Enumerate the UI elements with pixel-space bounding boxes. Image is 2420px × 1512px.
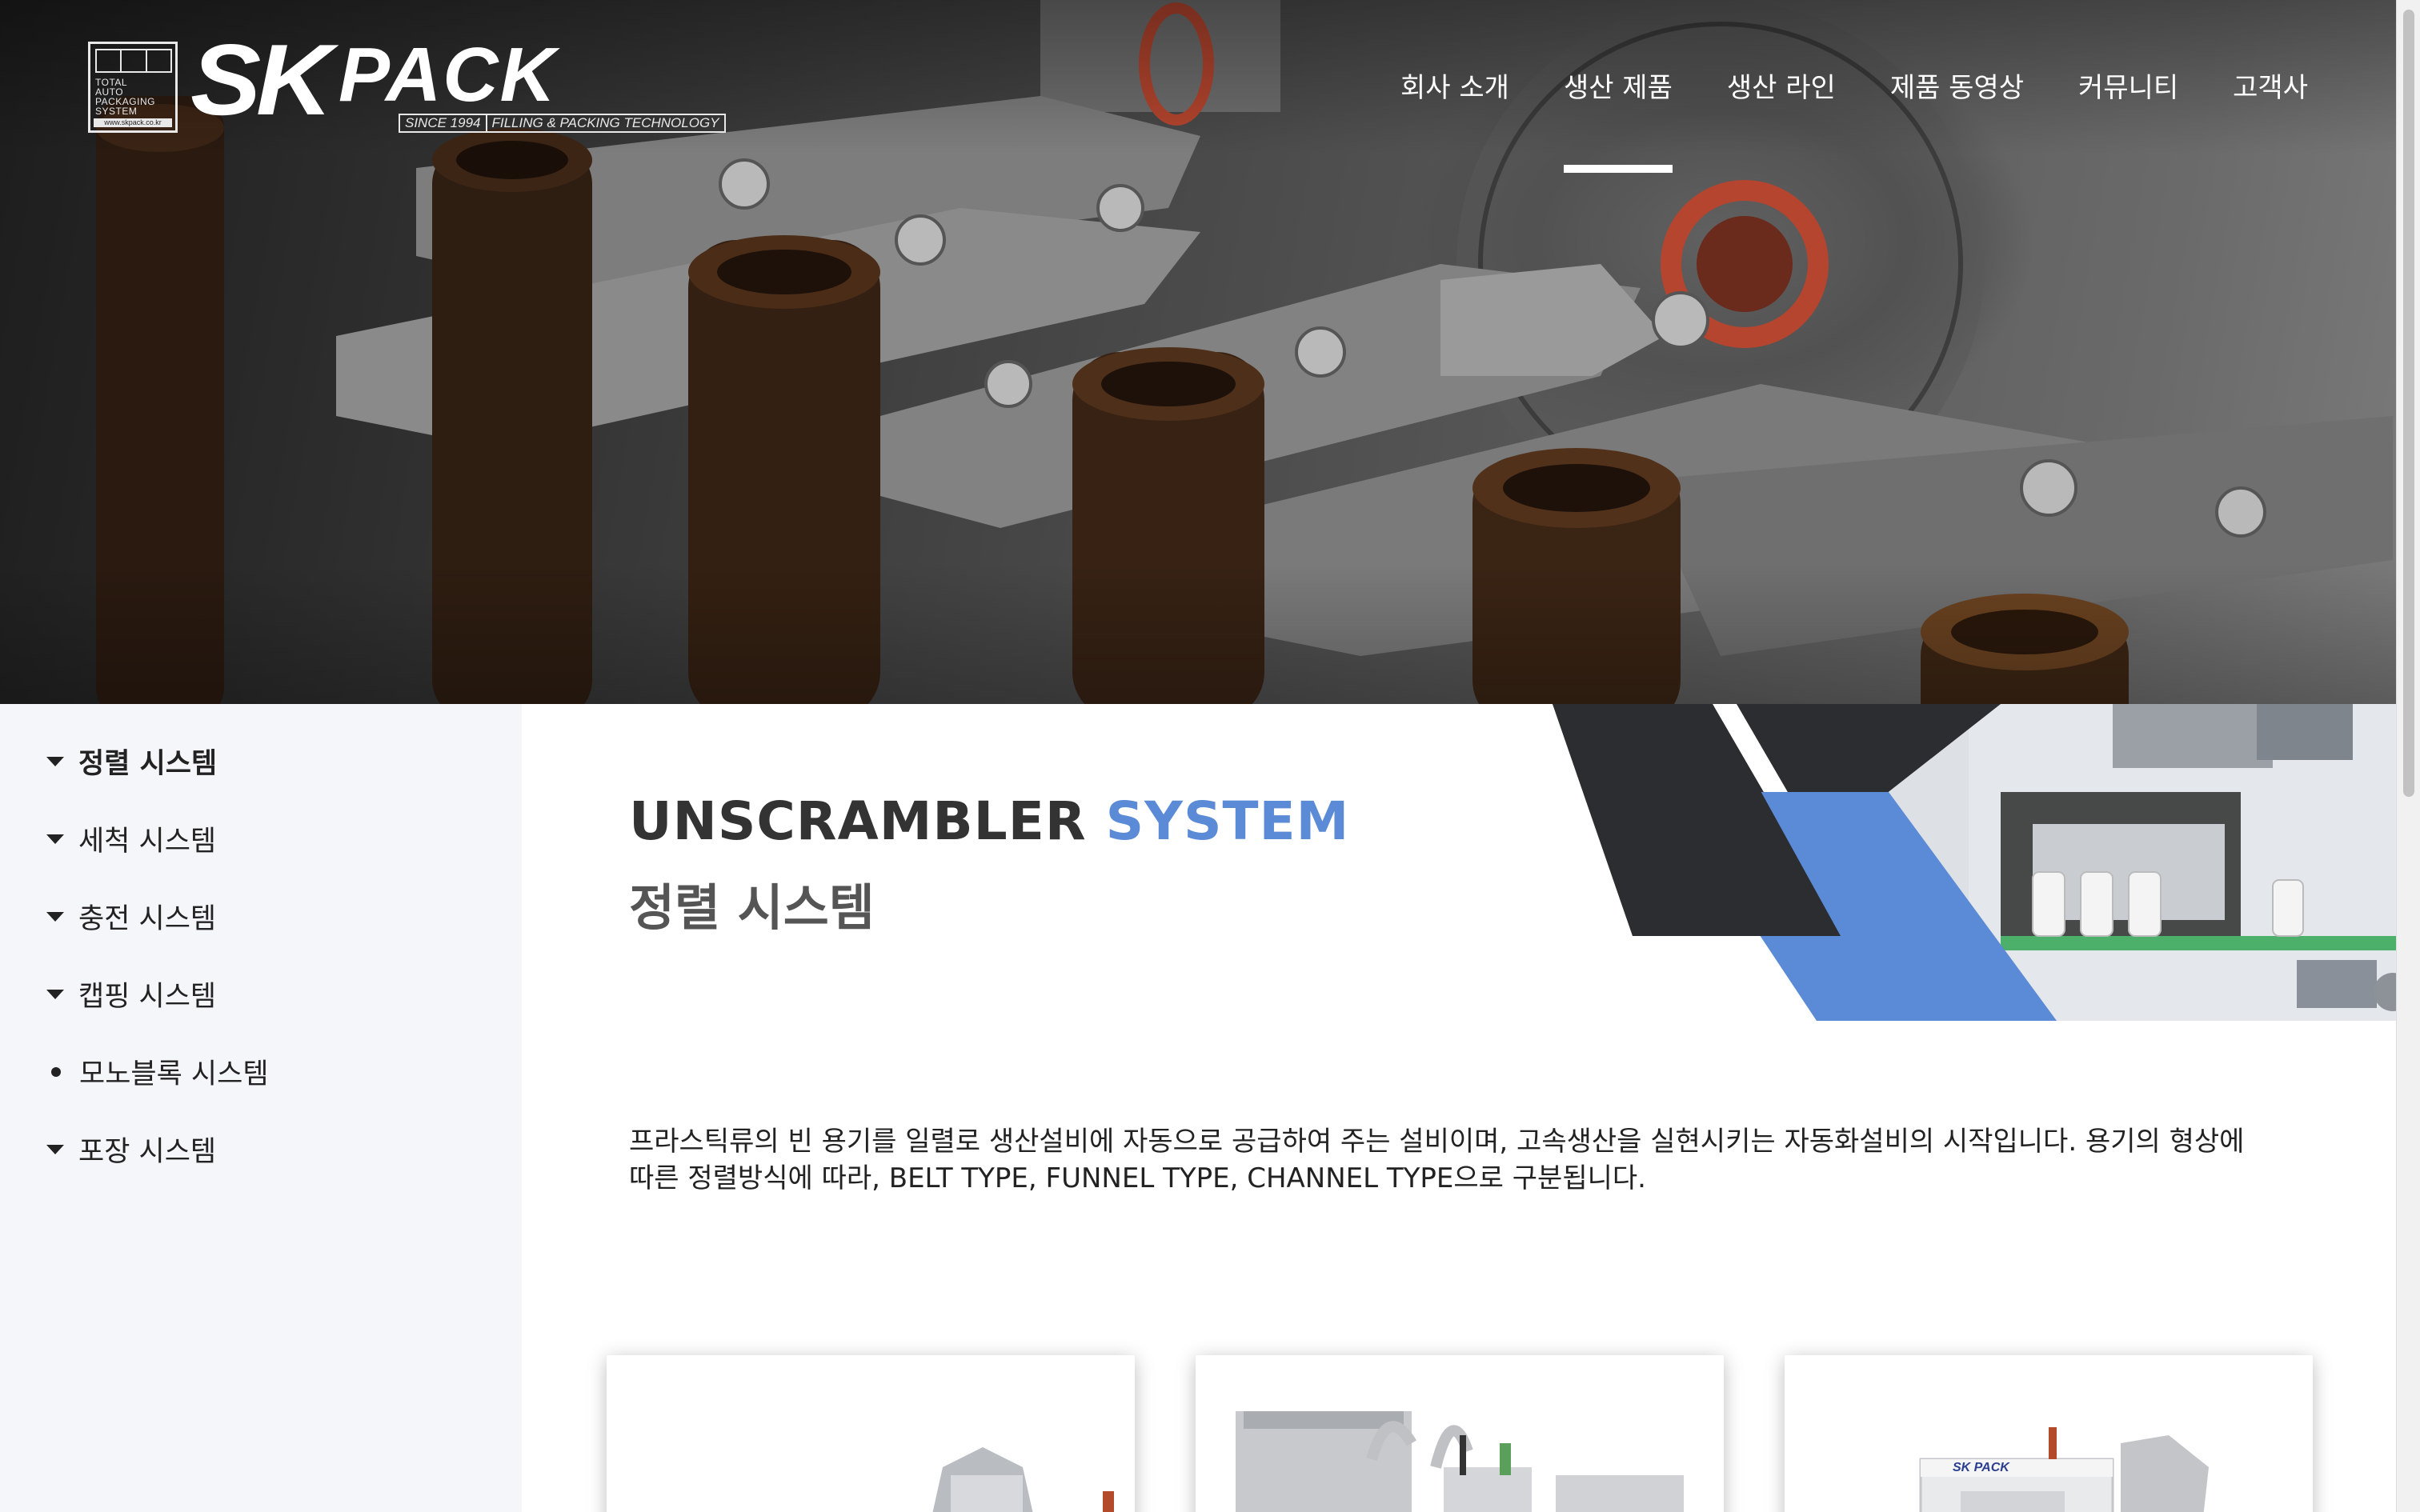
sidebar-item-packaging[interactable]: 포장 시스템 (46, 1129, 216, 1170)
nav-item-production-line[interactable]: 생산 라인 (1727, 64, 1836, 112)
category-banner-image (1553, 704, 2396, 1021)
nav-item-company[interactable]: 회사 소개 (1400, 64, 1509, 112)
caret-down-icon (46, 834, 64, 844)
scrollbar-thumb[interactable] (2403, 10, 2414, 797)
logo-brand-sk: SK (190, 23, 333, 136)
nav-item-community[interactable]: 커뮤니티 (2078, 64, 2178, 112)
page-description: 프라스틱류의 빈 용기를 일렬로 생산설비에 자동으로 공급하여 주는 설비이며… (629, 1126, 2245, 1194)
sidebar-item-capping[interactable]: 캡핑 시스템 (46, 974, 216, 1014)
caret-down-icon (46, 911, 64, 922)
caret-down-icon (46, 1144, 64, 1154)
sidebar-item-unscrambler[interactable]: 정렬 시스템 (46, 741, 217, 782)
sidebar-item-label: 충전 시스템 (78, 903, 217, 935)
site-logo[interactable]: TOTAL AUTO PACKAGING SYSTEM www.skpack.c… (88, 30, 726, 133)
sidebar-item-washing[interactable]: 세척 시스템 (46, 818, 216, 859)
sidebar-item-monoblock[interactable]: 모노블록 시스템 (46, 1051, 269, 1092)
product-card[interactable] (607, 1355, 1135, 1512)
logo-since: SINCE 1994 (399, 114, 487, 133)
product-card[interactable] (1196, 1355, 1724, 1512)
bullet-icon (51, 1066, 61, 1077)
page-title-en: UNSCRAMBLER SYSTEM (629, 790, 1349, 852)
sidebar-item-label: 세척 시스템 (78, 826, 217, 858)
nav-item-clients[interactable]: 고객사 (2233, 64, 2308, 112)
category-sidebar: 정렬 시스템 세척 시스템 충전 시스템 캡핑 시스템 모노블록 시스템 포장 … (0, 704, 522, 1512)
nav-item-products[interactable]: 생산 제품 (1563, 64, 1673, 173)
product-card-brand-label: SK PACK (1953, 1461, 2009, 1474)
logo-slogan: FILLING & PACKING TECHNOLOGY (487, 114, 726, 133)
caret-down-icon (46, 989, 64, 999)
logo-badge-site: www.skpack.co.kr (94, 118, 172, 127)
page-scrollbar[interactable] (2396, 0, 2420, 1512)
sidebar-item-label: 정렬 시스템 (78, 748, 218, 780)
sidebar-item-label: 포장 시스템 (78, 1136, 217, 1168)
sidebar-item-label: 캡핑 시스템 (78, 981, 217, 1013)
logo-badge: TOTAL AUTO PACKAGING SYSTEM www.skpack.c… (88, 42, 178, 133)
product-image (1236, 1411, 1684, 1512)
product-image (932, 1447, 1114, 1512)
logo-badge-text: TOTAL AUTO PACKAGING SYSTEM (95, 77, 155, 117)
page-title-en-accent: SYSTEM (1105, 790, 1350, 852)
product-card[interactable]: SK PACK (1785, 1355, 2313, 1512)
product-image (1919, 1427, 2209, 1512)
caret-down-icon (46, 756, 64, 766)
nav-item-product-videos[interactable]: 제품 동영상 (1890, 64, 2024, 112)
logo-brand-pack: PACK (339, 32, 557, 118)
page-title-ko: 정렬 시스템 (629, 878, 875, 937)
sidebar-item-filling[interactable]: 충전 시스템 (46, 896, 216, 937)
sidebar-item-label: 모노블록 시스템 (79, 1058, 269, 1090)
main-nav: 회사 소개 생산 제품 생산 라인 제품 동영상 커뮤니티 고객사 (1400, 64, 2308, 173)
page-title-en-main: UNSCRAMBLER (629, 790, 1087, 852)
